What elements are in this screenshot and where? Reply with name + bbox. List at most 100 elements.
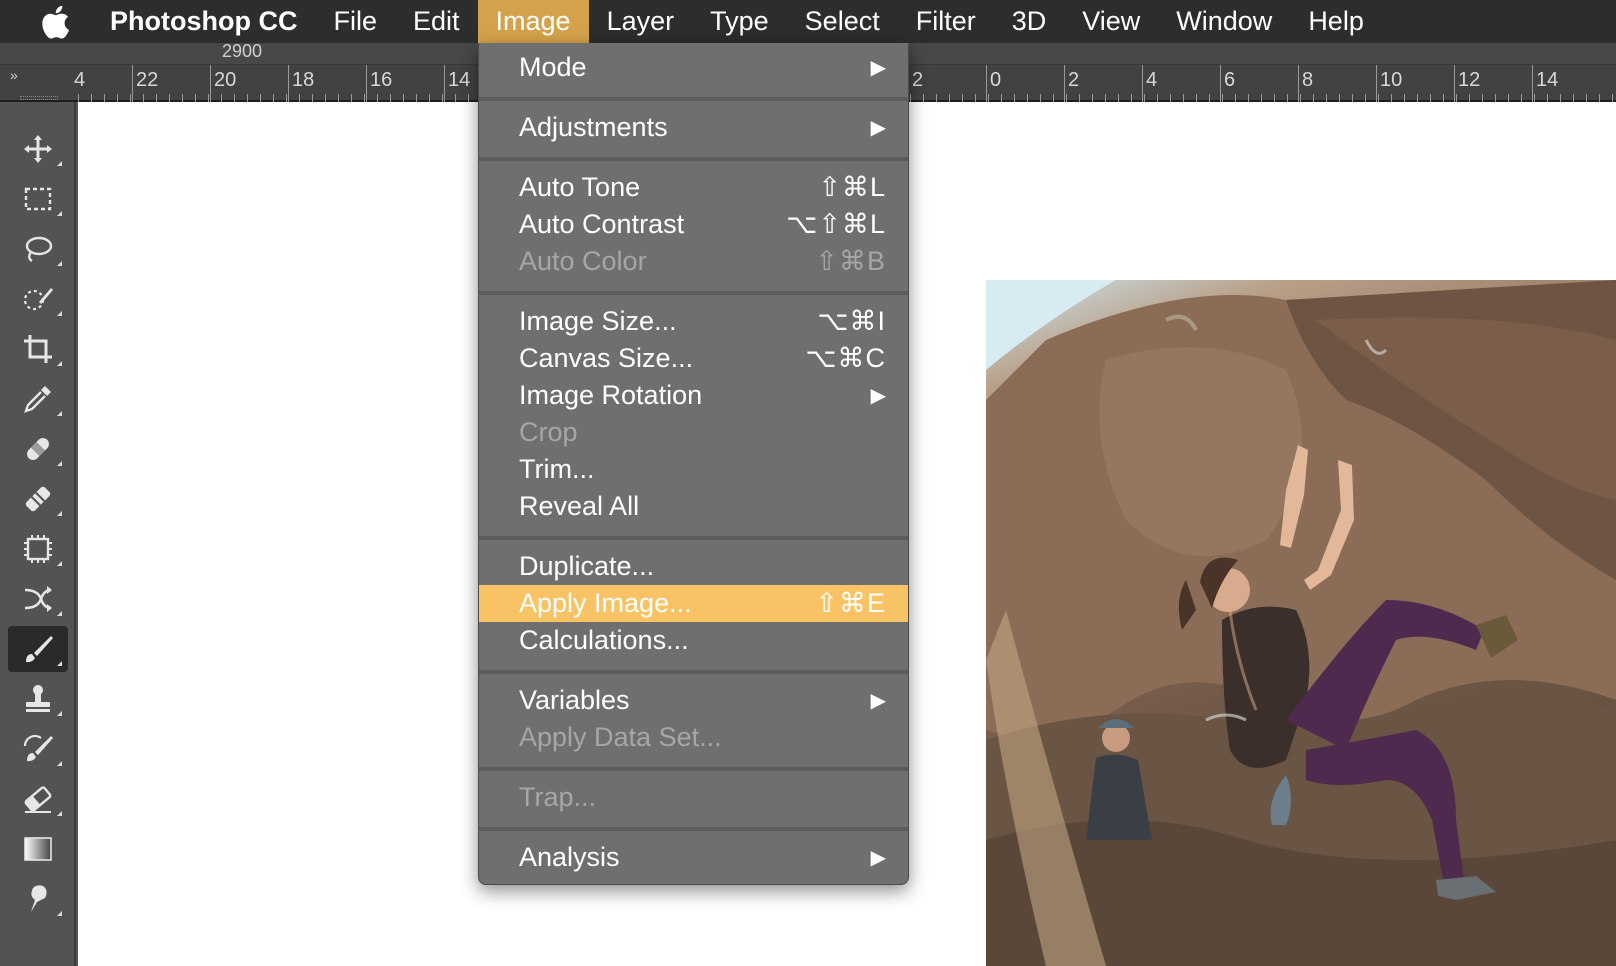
ruler-minor-tick — [910, 94, 911, 102]
menu-separator — [479, 536, 908, 540]
ruler-minor-tick — [416, 94, 417, 102]
ruler-minor-tick — [1118, 94, 1119, 102]
menu-item-trim[interactable]: Trim... — [479, 451, 908, 488]
ruler-minor-tick — [1287, 94, 1288, 102]
menu-item-label: Auto Color — [519, 246, 647, 276]
ruler-minor-tick — [1027, 94, 1028, 102]
menu-item-image-size[interactable]: Image Size... ⌥⌘I — [479, 303, 908, 340]
apple-logo-icon[interactable] — [0, 0, 110, 43]
menu-image[interactable]: Image — [477, 0, 589, 43]
ruler-minor-tick — [117, 94, 118, 102]
menu-item-reveal-all[interactable]: Reveal All — [479, 488, 908, 525]
menu-file[interactable]: File — [315, 0, 395, 43]
ruler-minor-tick — [1417, 94, 1418, 102]
ruler-label: 8 — [1302, 69, 1314, 91]
ruler-label: 18 — [292, 69, 315, 91]
menu-item-image-rotation[interactable]: Image Rotation ▶ — [479, 377, 908, 414]
menu-item-label: Calculations... — [519, 625, 689, 655]
menu-view[interactable]: View — [1064, 0, 1158, 43]
ruler-tick — [444, 65, 445, 102]
eraser-tool-icon[interactable] — [8, 776, 68, 822]
menu-separator — [479, 827, 908, 831]
ruler-minor-tick — [1196, 94, 1197, 102]
menu-item-auto-contrast[interactable]: Auto Contrast ⌥⇧⌘L — [479, 206, 908, 243]
ruler-minor-tick — [1456, 94, 1457, 102]
ruler-minor-tick — [234, 94, 235, 102]
lasso-tool-icon[interactable] — [8, 226, 68, 272]
ruler-minor-tick — [1404, 94, 1405, 102]
marquee-tool-icon[interactable] — [8, 176, 68, 222]
ruler-minor-tick — [104, 94, 105, 102]
eyedropper-tool-icon[interactable] — [8, 376, 68, 422]
content-aware-tool-icon[interactable] — [8, 526, 68, 572]
menu-item-shortcut: ⌥⌘C — [805, 343, 886, 373]
ruler-label: 12 — [1458, 69, 1481, 91]
collapse-panels-icon[interactable]: » — [10, 67, 18, 83]
ruler-minor-tick — [156, 94, 157, 102]
ruler-minor-tick — [975, 94, 976, 102]
app-name-menu[interactable]: Photoshop CC — [110, 6, 315, 37]
ruler-minor-tick — [1391, 94, 1392, 102]
menu-layer[interactable]: Layer — [589, 0, 693, 43]
menu-item-canvas-size[interactable]: Canvas Size... ⌥⌘C — [479, 340, 908, 377]
ruler-minor-tick — [1274, 94, 1275, 102]
menu-edit[interactable]: Edit — [395, 0, 478, 43]
ruler-minor-tick — [1014, 94, 1015, 102]
menu-item-calculations[interactable]: Calculations... — [479, 622, 908, 659]
ruler-minor-tick — [1066, 94, 1067, 102]
ruler-minor-tick — [91, 94, 92, 102]
gradient-tool-icon[interactable] — [8, 826, 68, 872]
menu-item-label: Apply Image... — [519, 588, 692, 618]
ruler-minor-tick — [1248, 94, 1249, 102]
clone-stamp-tool-icon[interactable] — [8, 676, 68, 722]
ruler-minor-tick — [1443, 94, 1444, 102]
spot-healing-tool-icon[interactable] — [8, 426, 68, 472]
ruler-minor-tick — [247, 94, 248, 102]
ruler-minor-tick — [1352, 94, 1353, 102]
ruler-tick — [1298, 65, 1299, 102]
ruler-minor-tick — [455, 94, 456, 102]
red-eye-tool-icon[interactable] — [8, 576, 68, 622]
menu-filter[interactable]: Filter — [898, 0, 994, 43]
toolbar-grip[interactable] — [20, 96, 58, 100]
ruler-minor-tick — [286, 94, 287, 102]
ruler-minor-tick — [338, 94, 339, 102]
ruler-minor-tick — [312, 94, 313, 102]
menu-item-variables[interactable]: Variables ▶ — [479, 682, 908, 719]
menu-item-adjustments[interactable]: Adjustments ▶ — [479, 109, 908, 146]
menu-help[interactable]: Help — [1290, 0, 1382, 43]
ruler-minor-tick — [1183, 94, 1184, 102]
ruler-minor-tick — [468, 94, 469, 102]
ruler-minor-tick — [1131, 94, 1132, 102]
menu-item-duplicate[interactable]: Duplicate... — [479, 548, 908, 585]
crop-tool-icon[interactable] — [8, 326, 68, 372]
menu-item-label: Reveal All — [519, 491, 640, 521]
ruler-label: 0 — [990, 69, 1002, 91]
menu-item-apply-image[interactable]: Apply Image... ⇧⌘E — [479, 585, 908, 622]
menu-type[interactable]: Type — [692, 0, 787, 43]
smudge-tool-icon[interactable] — [8, 876, 68, 922]
ruler-minor-tick — [1001, 94, 1002, 102]
tools-panel — [0, 96, 76, 966]
menu-window[interactable]: Window — [1158, 0, 1290, 43]
move-tool-icon[interactable] — [8, 126, 68, 172]
healing-brush-tool-icon[interactable] — [8, 476, 68, 522]
ruler-minor-tick — [1235, 94, 1236, 102]
menu-item-label: Variables — [519, 685, 630, 715]
quick-selection-tool-icon[interactable] — [8, 276, 68, 322]
ruler-minor-tick — [1469, 94, 1470, 102]
menu-item-mode[interactable]: Mode ▶ — [479, 49, 908, 86]
menu-item-auto-tone[interactable]: Auto Tone ⇧⌘L — [479, 169, 908, 206]
menu-item-analysis[interactable]: Analysis ▶ — [479, 839, 908, 876]
brush-tool-icon[interactable] — [8, 626, 68, 672]
submenu-arrow-icon: ▶ — [870, 690, 886, 712]
history-brush-tool-icon[interactable] — [8, 726, 68, 772]
brush-size-value[interactable]: 2900 — [222, 41, 262, 62]
ruler-label: 16 — [370, 69, 393, 91]
submenu-arrow-icon: ▶ — [870, 117, 886, 139]
ruler-minor-tick — [429, 94, 430, 102]
menu-3d[interactable]: 3D — [994, 0, 1065, 43]
menu-select[interactable]: Select — [787, 0, 898, 43]
ruler-minor-tick — [377, 94, 378, 102]
menu-separator — [479, 291, 908, 295]
